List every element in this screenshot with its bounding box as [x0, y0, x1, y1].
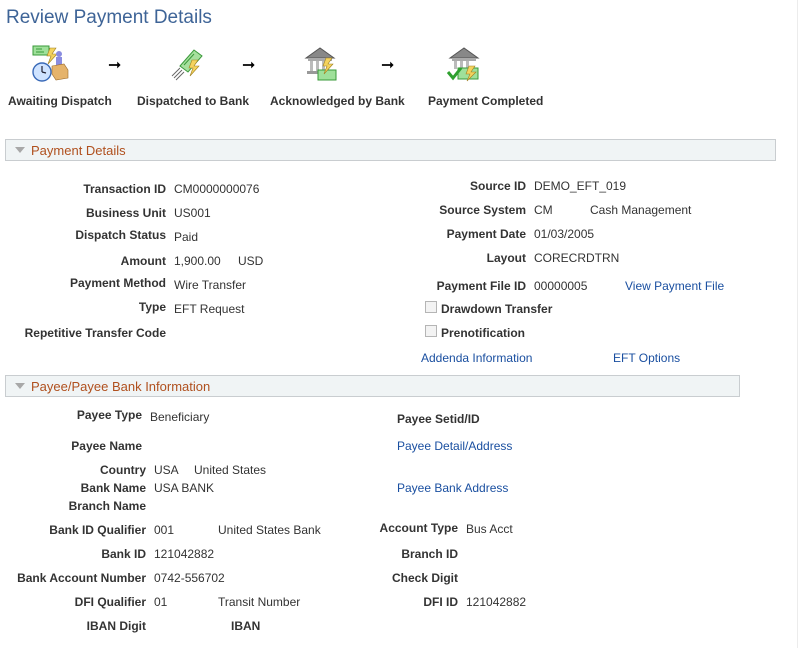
payment-file-id-label: Payment File ID — [436, 279, 526, 293]
payee-type-value: Beneficiary — [150, 410, 210, 424]
collapse-triangle-icon[interactable] — [15, 383, 25, 389]
arrow-right-icon: ➞ — [381, 57, 395, 74]
branch-id-label: Branch ID — [401, 547, 458, 561]
step-label-payment-completed: Payment Completed — [428, 94, 544, 108]
eft-options-link[interactable]: EFT Options — [613, 351, 680, 365]
iban-digit-label: IBAN Digit — [86, 619, 146, 633]
view-payment-file-link[interactable]: View Payment File — [625, 279, 724, 293]
country-label: Country — [100, 463, 146, 477]
section-title: Payee/Payee Bank Information — [31, 379, 211, 394]
layout-label: Layout — [486, 251, 526, 265]
repetitive-transfer-code-label: Repetitive Transfer Code — [24, 326, 166, 340]
bank-id-qualifier-description: United States Bank — [218, 523, 321, 537]
transaction-id-value: CM0000000076 — [174, 182, 260, 196]
arrow-right-icon: ➞ — [242, 57, 256, 74]
source-id-label: Source ID — [469, 179, 526, 193]
payment-completed-icon — [444, 44, 484, 84]
account-type-label: Account Type — [379, 521, 458, 535]
payee-bank-address-link[interactable]: Payee Bank Address — [397, 481, 508, 495]
arrow-right-icon: ➞ — [108, 57, 122, 74]
type-label: Type — [138, 300, 166, 314]
amount-label: Amount — [120, 254, 166, 268]
type-value: EFT Request — [174, 302, 245, 316]
payment-date-label: Payment Date — [446, 227, 526, 241]
step-label-acknowledged-by-bank: Acknowledged by Bank — [270, 94, 405, 108]
drawdown-transfer-label: Drawdown Transfer — [441, 302, 553, 316]
dfi-qualifier-label: DFI Qualifier — [74, 595, 146, 609]
bank-id-label: Bank ID — [101, 547, 146, 561]
addenda-information-link[interactable]: Addenda Information — [421, 351, 532, 365]
payee-setid-label: Payee Setid/ID — [397, 412, 480, 426]
dfi-id-value: 121042882 — [466, 595, 527, 609]
awaiting-dispatch-icon — [30, 44, 70, 84]
dfi-qualifier-value: 01 — [154, 595, 168, 609]
bank-account-number-label: Bank Account Number — [17, 571, 146, 585]
source-id-value: DEMO_EFT_019 — [534, 179, 627, 193]
payee-name-label: Payee Name — [71, 439, 142, 453]
check-digit-label: Check Digit — [391, 571, 458, 585]
business-unit-label: Business Unit — [85, 206, 166, 220]
payee-bank-section-header[interactable]: Payee/Payee Bank Information — [5, 375, 740, 397]
acknowledged-by-bank-icon — [302, 44, 342, 84]
page-title: Review Payment Details — [6, 7, 212, 28]
bank-name-value: USA BANK — [154, 481, 215, 495]
collapse-triangle-icon[interactable] — [15, 147, 25, 153]
payment-method-label: Payment Method — [69, 276, 166, 290]
layout-value: CORECRDTRN — [534, 251, 620, 265]
section-title: Payment Details — [31, 143, 126, 158]
bank-name-label: Bank Name — [80, 481, 146, 495]
branch-name-label: Branch Name — [68, 499, 146, 513]
dispatch-status-value: Paid — [174, 230, 199, 244]
source-system-description: Cash Management — [590, 203, 692, 217]
payment-details-section-header[interactable]: Payment Details — [5, 139, 776, 161]
amount-currency: USD — [238, 254, 264, 268]
step-label-awaiting-dispatch: Awaiting Dispatch — [8, 94, 112, 108]
iban-label: IBAN — [231, 619, 261, 633]
prenotification-checkbox[interactable] — [425, 325, 437, 337]
bank-account-number-value: 0742-556702 — [154, 571, 225, 585]
country-value: USA — [154, 463, 179, 477]
bank-id-qualifier-label: Bank ID Qualifier — [49, 523, 146, 537]
payment-file-id-value: 00000005 — [534, 279, 588, 293]
source-system-value: CM — [534, 203, 553, 217]
source-system-label: Source System — [439, 203, 526, 217]
business-unit-value: US001 — [174, 206, 211, 220]
dispatch-status-label: Dispatch Status — [75, 228, 166, 242]
dfi-qualifier-description: Transit Number — [218, 595, 301, 609]
payment-method-value: Wire Transfer — [174, 278, 247, 292]
country-description: United States — [194, 463, 267, 477]
step-label-dispatched-to-bank: Dispatched to Bank — [137, 94, 250, 108]
amount-value: 1,900.00 — [174, 254, 221, 268]
bank-id-qualifier-value: 001 — [154, 523, 175, 537]
payment-date-value: 01/03/2005 — [534, 227, 595, 241]
bank-id-value: 121042882 — [154, 547, 215, 561]
payee-detail-address-link[interactable]: Payee Detail/Address — [397, 439, 512, 453]
dfi-id-label: DFI ID — [423, 595, 458, 609]
prenotification-label: Prenotification — [441, 326, 526, 340]
payee-type-label: Payee Type — [76, 408, 142, 422]
page-scroll-edge — [797, 0, 798, 648]
drawdown-transfer-checkbox[interactable] — [425, 301, 437, 313]
dispatched-to-bank-icon — [168, 46, 208, 86]
transaction-id-label: Transaction ID — [83, 182, 166, 196]
account-type-value: Bus Acct — [466, 522, 513, 536]
